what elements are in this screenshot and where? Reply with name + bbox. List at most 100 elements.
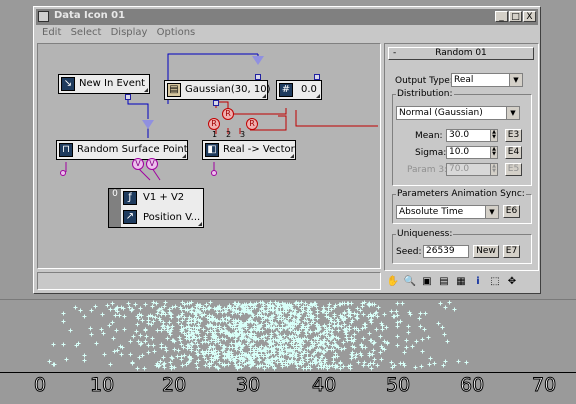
sigma-e4-button[interactable]: E4 <box>505 146 522 159</box>
port-constant-in[interactable] <box>314 74 320 80</box>
node-corner <box>262 94 266 98</box>
node-random-surface-point-label: Random Surface Point <box>77 144 188 155</box>
output-type-value: Real <box>454 75 474 85</box>
axis-tick-20: 20 <box>161 374 187 397</box>
vector-port-v2[interactable]: V <box>146 158 158 170</box>
index-2: 2 <box>226 130 232 139</box>
rollout-header[interactable]: - Random 01 <box>388 47 534 60</box>
chevron-down-icon: ▼ <box>506 107 519 119</box>
sync-dropdown[interactable]: Absolute Time ▼ <box>396 205 499 219</box>
seed-e7-button[interactable]: E7 <box>503 245 520 258</box>
zoom-region-icon[interactable]: ▣ <box>420 275 434 289</box>
node-corner <box>182 154 186 158</box>
vector-icon: ◧ <box>205 143 219 157</box>
title-bar[interactable]: Data Icon 01 _ □ X <box>36 9 538 25</box>
port-gaussian-out[interactable] <box>213 100 219 106</box>
axis-line <box>0 372 576 373</box>
status-bar <box>37 272 381 290</box>
viewport[interactable]: 0 10 20 30 40 50 60 70 <box>0 296 576 404</box>
node-new-in-event-label: New In Event <box>79 78 146 89</box>
output-type-dropdown[interactable]: Real ▼ <box>451 73 523 87</box>
axis-tick-0: 0 <box>33 374 47 397</box>
node-index-badge: 0 <box>109 189 121 227</box>
seed-field[interactable]: 26539 <box>423 245 469 258</box>
menu-options[interactable]: Options <box>157 26 196 40</box>
node-corner <box>198 222 202 226</box>
node-v1-plus-v2[interactable]: 0 ƒ V1 + V2 ↗ Position V... <box>108 188 204 228</box>
output-arrow-top <box>252 56 264 65</box>
hash-icon: # <box>279 83 293 97</box>
move-icon[interactable]: ✥ <box>505 275 519 289</box>
wire-event-to-surface <box>127 96 149 119</box>
output-type-label: Output Type: <box>395 76 453 86</box>
sync-e6-button[interactable]: E6 <box>503 205 520 218</box>
particles-group <box>47 300 469 371</box>
mean-e3-button[interactable]: E3 <box>505 129 522 142</box>
port-gaussian-in[interactable] <box>255 74 261 80</box>
node-corner <box>290 154 294 158</box>
spinner-arrows-icon: ▲ ▼ <box>490 130 497 141</box>
vector-port-v1[interactable]: V <box>132 158 144 170</box>
menu-bar: Edit Select Display Options <box>36 26 538 40</box>
sync-value: Absolute Time <box>399 207 464 217</box>
zoom-extents-icon[interactable]: ▤ <box>437 275 451 289</box>
mean-value: 30.0 <box>449 130 470 140</box>
node-gaussian[interactable]: ▤ Gaussian(30, 10) <box>164 80 271 100</box>
minimize-button[interactable]: _ <box>495 11 508 22</box>
distribution-value: Normal (Gaussian) <box>399 108 483 118</box>
mean-spinner[interactable]: 30.0 ▲ ▼ <box>446 129 498 142</box>
grid-icon[interactable]: ▦ <box>454 275 468 289</box>
menu-select[interactable]: Select <box>71 26 102 40</box>
port-event-out[interactable] <box>125 94 131 100</box>
node-graph-canvas[interactable]: ↘ New In Event ▤ Gaussian(30, 10) # 0.0 … <box>37 43 381 269</box>
seed-label: Seed: <box>396 247 422 257</box>
data-icon-window: Data Icon 01 _ □ X Edit Select Display O… <box>33 6 541 294</box>
menu-edit[interactable]: Edit <box>42 26 61 40</box>
node-gaussian-label: Gaussian(30, 10) <box>185 84 271 95</box>
input-arrow-surface <box>142 120 154 129</box>
surface-out-dot[interactable] <box>60 170 66 176</box>
node-v1v2-label: V1 + V2 <box>143 192 185 203</box>
param3-spinner: 70.0 ▲ ▼ <box>446 163 498 176</box>
surface-icon: ⊓ <box>59 143 73 157</box>
node-constant-label: 0.0 <box>301 84 317 95</box>
real-port-r1[interactable]: R <box>208 118 220 130</box>
select-icon[interactable]: ⬚ <box>488 275 502 289</box>
seed-new-button[interactable]: New <box>473 245 499 258</box>
sigma-spinner[interactable]: 10.0 ▲ ▼ <box>446 146 498 159</box>
node-random-surface-point[interactable]: ⊓ Random Surface Point <box>56 140 188 160</box>
real-port-r3[interactable]: R <box>246 118 258 130</box>
sigma-label: Sigma: <box>415 148 447 158</box>
function-icon: ƒ <box>123 191 137 205</box>
sigma-value: 10.0 <box>449 147 470 157</box>
chevron-down-icon: ▼ <box>485 206 498 218</box>
graph-toolbar: ✋ 🔍 ▣ ▤ ▦ i ⬚ ✥ <box>386 275 538 291</box>
position-icon: ↗ <box>123 210 137 224</box>
close-button[interactable]: X <box>523 11 536 22</box>
param3-value: 70.0 <box>449 164 470 174</box>
info-icon[interactable]: i <box>471 275 485 289</box>
axis-tick-30: 30 <box>235 374 261 397</box>
zoom-icon[interactable]: 🔍 <box>403 275 417 289</box>
index-1: 1 <box>212 130 218 139</box>
distribution-label: Distribution: <box>396 89 454 99</box>
chevron-down-icon: ▼ <box>509 74 522 86</box>
real-port-r2[interactable]: R <box>222 108 234 120</box>
axis-tick-60: 60 <box>459 374 485 397</box>
axis-tick-40: 40 <box>311 374 337 397</box>
maximize-button[interactable]: □ <box>509 11 522 22</box>
pan-icon[interactable]: ✋ <box>386 275 400 289</box>
vector-out-dot[interactable] <box>211 170 217 176</box>
sync-label: Parameters Animation Sync: <box>396 189 526 199</box>
distribution-dropdown[interactable]: Normal (Gaussian) ▼ <box>396 106 520 120</box>
node-real-to-vector[interactable]: ◧ Real -> Vector <box>202 140 296 160</box>
mean-label: Mean: <box>415 131 443 141</box>
node-corner <box>144 88 148 92</box>
axis-tick-50: 50 <box>385 374 411 397</box>
menu-display[interactable]: Display <box>111 26 148 40</box>
node-new-in-event[interactable]: ↘ New In Event <box>58 74 150 94</box>
node-constant[interactable]: # 0.0 <box>276 80 322 100</box>
node-corner <box>316 94 320 98</box>
node-real-to-vector-label: Real -> Vector <box>223 144 295 155</box>
axis-tick-70: 70 <box>531 374 557 397</box>
